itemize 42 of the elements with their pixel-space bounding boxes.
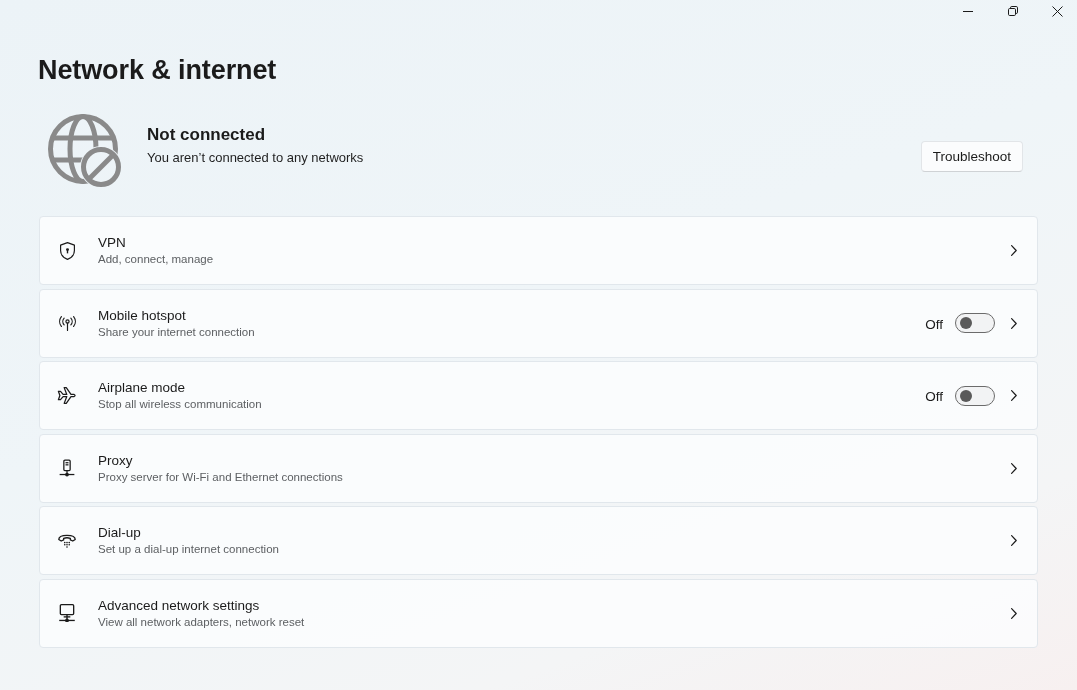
- chevron-icon: [1011, 607, 1017, 619]
- chevron-icon: [1011, 535, 1017, 546]
- card-description: Share your internet connection: [98, 324, 255, 340]
- toggle-switch[interactable]: [955, 313, 995, 333]
- toggle-switch[interactable]: [955, 385, 995, 406]
- chevron-icon: [1011, 390, 1017, 401]
- settings-card[interactable]: Dial-up Set up a dial-up internet connection: [39, 506, 1038, 575]
- chevron-icon: [1011, 317, 1017, 329]
- card-description: Stop all wireless communication: [98, 397, 262, 412]
- card-title: Dial-up: [98, 524, 141, 542]
- monitor-network-icon: [58, 604, 76, 622]
- status-title: Not connected: [147, 124, 266, 146]
- broadcast-icon: [57, 315, 77, 331]
- card-description: Proxy server for Wi-Fi and Ethernet connections: [98, 469, 343, 485]
- phone-icon: [58, 532, 76, 549]
- page-title: Network & internet: [38, 54, 277, 87]
- settings-card[interactable]: Airplane mode Stop all wireless communication Off: [39, 361, 1038, 430]
- card-title: Proxy: [98, 451, 133, 470]
- minimize-icon: [962, 10, 973, 12]
- card-title: VPN: [98, 234, 126, 252]
- card-description: Add, connect, manage: [98, 252, 214, 267]
- settings-card[interactable]: Advanced network settings View all network adapters, network reset: [39, 578, 1038, 648]
- settings-card[interactable]: VPN Add, connect, manage: [39, 216, 1038, 285]
- chevron-icon: [1011, 462, 1017, 474]
- chevron-icon: [1011, 245, 1017, 256]
- settings-card[interactable]: Proxy Proxy server for Wi-Fi and Ethernet connections: [39, 433, 1038, 503]
- airplane-icon: [57, 387, 77, 404]
- status-description: You aren’t connected to any networks: [147, 149, 364, 167]
- toggle-state-label: Off: [925, 316, 943, 332]
- card-description: Set up a dial-up internet connection: [98, 542, 279, 557]
- card-title: Airplane mode: [98, 379, 186, 397]
- globe-blocked-icon: [48, 114, 122, 188]
- troubleshoot-button[interactable]: Troubleshoot: [920, 141, 1023, 172]
- settings-card[interactable]: Mobile hotspot Share your internet connection Off: [39, 288, 1038, 358]
- close-icon: [1052, 5, 1063, 17]
- toggle-state-label: Off: [925, 389, 943, 404]
- network-device-icon: [59, 459, 75, 477]
- restore-icon: [1007, 6, 1018, 16]
- card-description: View all network adapters, network reset: [98, 614, 305, 630]
- shield-icon: [59, 241, 75, 260]
- card-title: Advanced network settings: [98, 596, 260, 615]
- card-title: Mobile hotspot: [98, 306, 186, 325]
